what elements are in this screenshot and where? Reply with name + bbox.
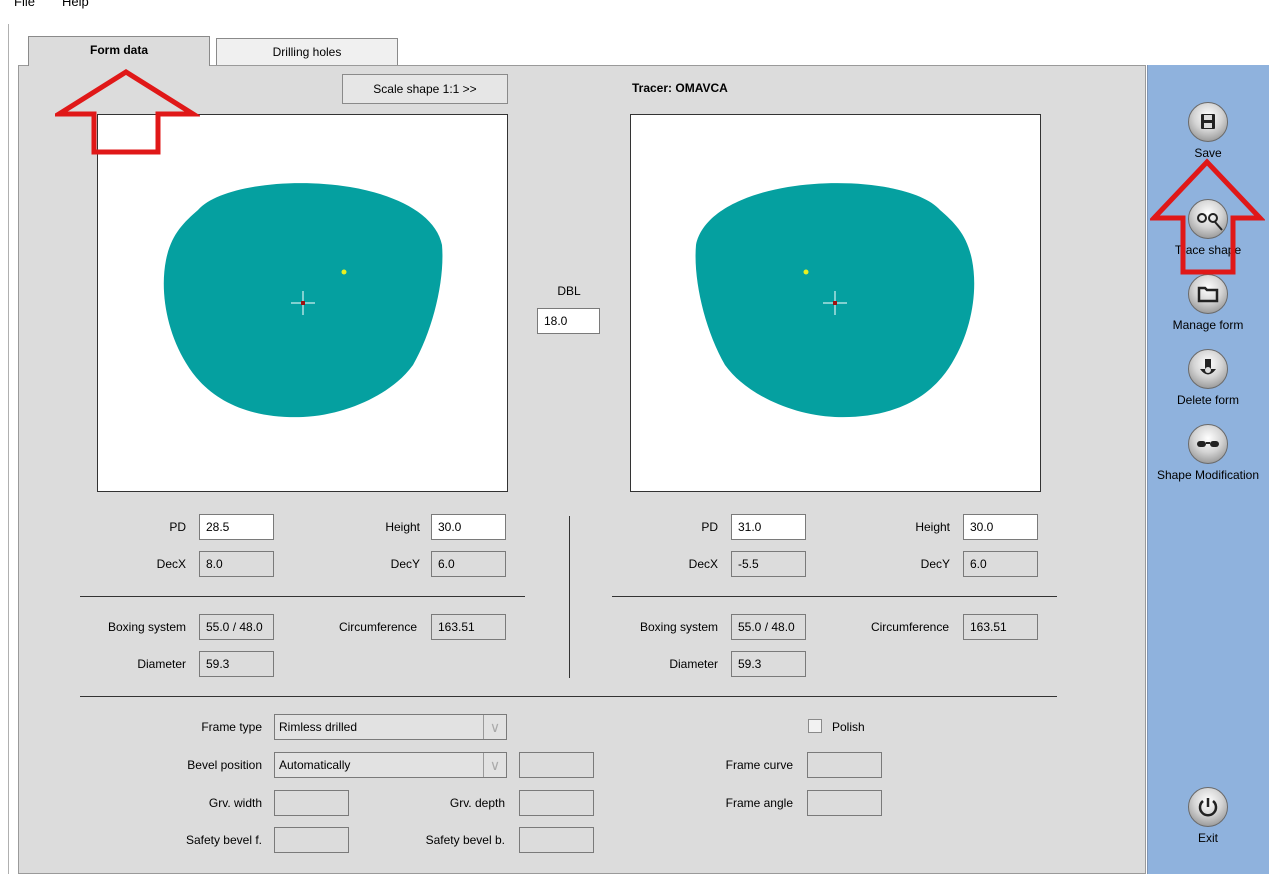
annotation-arrow-up-icon: [55, 69, 200, 155]
right-boxing-label: Boxing system: [107, 620, 186, 634]
bevel-position-label: Bevel position: [187, 758, 262, 772]
delete-form-button-label: Delete form: [1176, 393, 1240, 407]
sunglasses-icon: [1188, 424, 1228, 464]
right-decy-label: DecY: [390, 557, 420, 571]
dbl-label: DBL: [557, 284, 581, 298]
left-lens-shape: [695, 183, 975, 418]
manage-form-button[interactable]: Manage form: [1147, 274, 1269, 332]
shape-modification-button[interactable]: Shape Modification: [1147, 424, 1269, 482]
power-icon: [1188, 787, 1228, 827]
left-divider: [612, 596, 1057, 597]
bevel-extra-field[interactable]: [519, 752, 594, 778]
right-lens-shape: [163, 183, 443, 418]
delete-form-button[interactable]: Delete form: [1147, 349, 1269, 407]
right-boxing-field: 55.0 / 48.0: [199, 614, 274, 640]
grv-depth-field[interactable]: [519, 790, 594, 816]
left-boxing-field: 55.0 / 48.0: [731, 614, 806, 640]
right-decx-label: DecX: [156, 557, 186, 571]
right-height-label: Height: [385, 520, 420, 534]
right-circumference-field: 163.51: [431, 614, 506, 640]
left-lens-shape-view[interactable]: [630, 114, 1041, 492]
dbl-input[interactable]: 18.0: [537, 308, 600, 334]
center-divider: [569, 516, 570, 678]
left-height-input[interactable]: 30.0: [963, 514, 1038, 540]
exit-button-label: Exit: [1197, 831, 1218, 845]
polish-checkbox[interactable]: [808, 719, 822, 733]
frame-curve-field[interactable]: [807, 752, 882, 778]
left-diameter-label: Diameter: [669, 657, 718, 671]
annotation-arrow-up-icon: [1150, 158, 1265, 275]
frame-angle-label: Frame angle: [725, 796, 793, 810]
tracer-label: Tracer: OMAVCA: [632, 81, 728, 95]
tab-drilling-holes[interactable]: Drilling holes: [216, 38, 398, 66]
folder-icon: [1188, 274, 1228, 314]
menu-help[interactable]: Help: [62, 0, 89, 9]
grv-width-label: Grv. width: [208, 796, 262, 810]
left-circumference-label: Circumference: [870, 620, 949, 634]
right-diameter-field: 59.3: [199, 651, 274, 677]
left-pd-label: PD: [701, 520, 718, 534]
grv-depth-label: Grv. depth: [449, 796, 505, 810]
left-boxing-label: Boxing system: [639, 620, 718, 634]
chevron-down-icon: ∨: [483, 753, 506, 777]
exit-button[interactable]: Exit: [1147, 787, 1269, 845]
right-decx-field: 8.0: [199, 551, 274, 577]
chevron-down-icon: ∨: [483, 715, 506, 739]
floppy-disk-icon: [1188, 102, 1228, 142]
left-decx-field: -5.5: [731, 551, 806, 577]
left-decx-label: DecX: [688, 557, 718, 571]
right-diameter-label: Diameter: [137, 657, 186, 671]
right-pd-label: PD: [169, 520, 186, 534]
frame-angle-field[interactable]: [807, 790, 882, 816]
safety-bevel-back-label: Safety bevel b.: [425, 833, 505, 847]
left-pd-input[interactable]: 31.0: [731, 514, 806, 540]
scale-shape-button[interactable]: Scale shape 1:1 >>: [342, 74, 508, 104]
left-diameter-field: 59.3: [731, 651, 806, 677]
frame-curve-label: Frame curve: [725, 758, 793, 772]
delete-form-icon: [1188, 349, 1228, 389]
grv-width-field[interactable]: [274, 790, 349, 816]
frame-type-select[interactable]: Rimless drilled ∨: [274, 714, 507, 740]
left-circumference-field: 163.51: [963, 614, 1038, 640]
safety-bevel-back-field[interactable]: [519, 827, 594, 853]
right-height-input[interactable]: 30.0: [431, 514, 506, 540]
polish-label: Polish: [832, 720, 865, 734]
right-lens-shape-view[interactable]: [97, 114, 508, 492]
right-divider: [80, 596, 525, 597]
left-decy-field: 6.0: [963, 551, 1038, 577]
tab-form-data[interactable]: Form data: [28, 36, 210, 66]
right-decy-field: 6.0: [431, 551, 506, 577]
bevel-position-select[interactable]: Automatically ∨: [274, 752, 507, 778]
manage-form-button-label: Manage form: [1172, 318, 1244, 332]
right-pd-input[interactable]: 28.5: [199, 514, 274, 540]
frame-section-divider: [80, 696, 1057, 697]
shape-modification-button-label: Shape Modification: [1156, 468, 1260, 482]
left-height-label: Height: [915, 520, 950, 534]
save-button[interactable]: Save: [1147, 102, 1269, 160]
safety-bevel-front-field[interactable]: [274, 827, 349, 853]
window-edge: [8, 24, 9, 874]
menu-bar: File Help: [0, 0, 1274, 22]
menu-file[interactable]: File: [14, 0, 35, 9]
left-decy-label: DecY: [920, 557, 950, 571]
frame-type-label: Frame type: [201, 720, 262, 734]
safety-bevel-front-label: Safety bevel f.: [185, 833, 262, 847]
right-circumference-label: Circumference: [338, 620, 417, 634]
